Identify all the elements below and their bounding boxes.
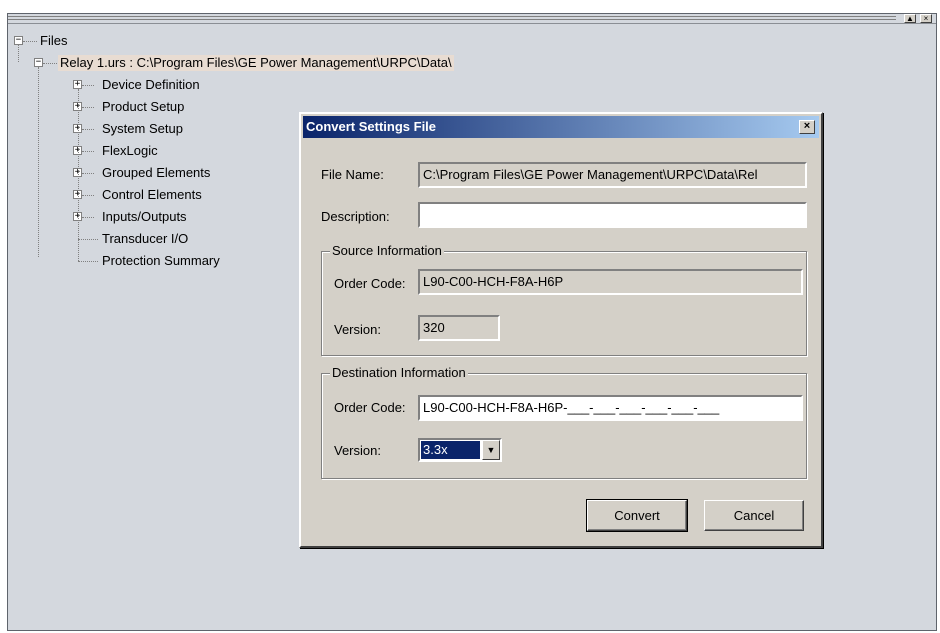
tree-root-files[interactable]: Files (40, 33, 67, 49)
tree-item-system-setup[interactable]: System Setup (102, 121, 183, 137)
source-version-field[interactable]: 320 (418, 315, 500, 341)
tree-file-node[interactable]: Relay 1.urs : C:\Program Files\GE Power … (58, 55, 454, 71)
tree-item-transducer-io[interactable]: Transducer I/O (102, 231, 188, 247)
tree-item-inputs-outputs[interactable]: Inputs/Outputs (102, 209, 187, 225)
destination-version-value: 3.3x (421, 441, 480, 459)
cancel-button[interactable]: Cancel (704, 500, 804, 531)
dialog-title-bar: Convert Settings File × (303, 116, 819, 138)
pane-top-bar: ▲ × (8, 14, 936, 24)
destination-order-code-input[interactable]: L90-C00-HCH-F8A-H6P-___-___-___-___-___-… (418, 395, 803, 421)
source-version-label: Version: (334, 322, 381, 337)
destination-version-label: Version: (334, 443, 381, 458)
close-icon[interactable]: × (799, 120, 815, 134)
source-order-code-label: Order Code: (334, 276, 406, 291)
destination-information-title: Destination Information (330, 365, 468, 381)
tree-item-control-elements[interactable]: Control Elements (102, 187, 202, 203)
description-label: Description: (321, 209, 390, 224)
source-information-title: Source Information (330, 243, 444, 259)
tree-item-device-definition[interactable]: Device Definition (102, 77, 200, 93)
dialog-title: Convert Settings File (306, 119, 437, 134)
convert-button[interactable]: Convert (586, 499, 688, 532)
expand-icon[interactable]: + (73, 80, 82, 89)
collapse-icon[interactable]: − (14, 36, 23, 45)
collapse-icon[interactable]: − (34, 58, 43, 67)
description-input[interactable] (418, 202, 807, 228)
tree-item-protection-summary[interactable]: Protection Summary (102, 253, 220, 269)
destination-information-group: Destination Information (321, 365, 807, 479)
destination-version-select[interactable]: 3.3x ▼ (418, 438, 502, 462)
convert-settings-dialog: Convert Settings File × File Name: C:\Pr… (299, 112, 823, 548)
close-pane-button[interactable]: × (920, 14, 932, 23)
source-information-group: Source Information (321, 243, 807, 356)
chevron-down-icon[interactable]: ▼ (482, 440, 500, 460)
restore-button[interactable]: ▲ (904, 14, 916, 23)
file-name-field[interactable]: C:\Program Files\GE Power Management\URP… (418, 162, 807, 188)
tree-item-flexlogic[interactable]: FlexLogic (102, 143, 158, 159)
source-order-code-field[interactable]: L90-C00-HCH-F8A-H6P (418, 269, 803, 295)
tree-item-grouped-elements[interactable]: Grouped Elements (102, 165, 210, 181)
file-name-label: File Name: (321, 167, 384, 182)
tree-item-product-setup[interactable]: Product Setup (102, 99, 184, 115)
destination-order-code-label: Order Code: (334, 400, 406, 415)
